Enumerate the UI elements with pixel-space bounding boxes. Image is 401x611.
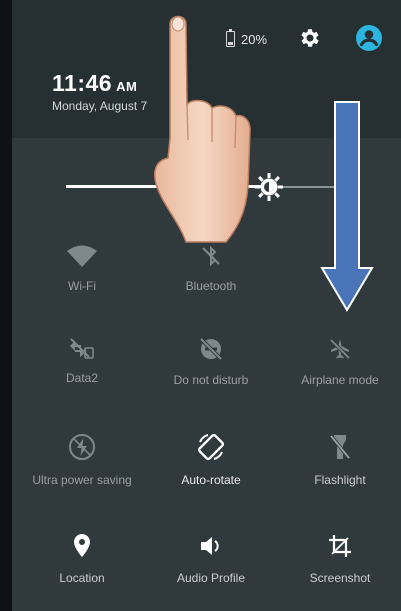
- wallpaper-edge: [0, 0, 12, 611]
- tile-label: Airplane mode: [301, 373, 379, 387]
- gear-icon[interactable]: [298, 26, 322, 50]
- tile-ultra-power-saving[interactable]: Ultra power saving: [17, 432, 147, 488]
- clock: 11:46 AM: [52, 70, 137, 97]
- tile-airplane-mode[interactable]: Airplane mode: [275, 336, 401, 388]
- tile-label: Do not disturb: [173, 373, 249, 387]
- speaker-icon: [201, 537, 219, 555]
- wifi-icon: [67, 245, 97, 267]
- tile-label: Data2: [65, 371, 99, 385]
- tile-screenshot[interactable]: Screenshot: [275, 532, 401, 586]
- pointing-hand-icon: [154, 15, 251, 243]
- airplane-icon: [329, 338, 351, 360]
- bluetooth-off-icon: [202, 245, 220, 267]
- tile-label: Auto-rotate: [181, 473, 241, 487]
- tile-label: Audio Profile: [176, 571, 246, 585]
- tile-label: Bluetooth: [185, 279, 237, 293]
- tile-location[interactable]: Location: [17, 532, 147, 586]
- swipe-down-arrow-icon: [320, 101, 374, 312]
- clock-time: 11:46: [52, 70, 113, 96]
- screenshot-crop-icon: [329, 535, 351, 557]
- power-saving-icon: [69, 434, 95, 460]
- tile-bluetooth[interactable]: Bluetooth: [146, 244, 276, 294]
- tile-label: Ultra power saving: [32, 473, 132, 487]
- tile-flashlight[interactable]: Flashlight: [275, 432, 401, 488]
- brightness-icon[interactable]: [254, 172, 284, 202]
- tile-do-not-disturb[interactable]: Do not disturb: [146, 336, 276, 388]
- auto-rotate-icon: [197, 433, 225, 461]
- tile-audio-profile[interactable]: Audio Profile: [146, 532, 276, 586]
- tile-wifi[interactable]: Wi-Fi: [17, 244, 147, 294]
- tile-label: Wi-Fi: [68, 279, 96, 293]
- tile-label: Location: [59, 571, 105, 585]
- tile-auto-rotate[interactable]: Auto-rotate: [146, 432, 276, 488]
- date-text: Monday, August 7: [52, 99, 148, 113]
- mobile-data-off-icon: [70, 338, 94, 359]
- clock-ampm: AM: [116, 79, 138, 94]
- account-circle-icon[interactable]: [355, 24, 383, 52]
- do-not-disturb-icon: [199, 337, 223, 361]
- tile-data2[interactable]: Data2: [17, 336, 147, 386]
- flashlight-off-icon: [329, 434, 351, 460]
- location-pin-icon: [74, 534, 90, 557]
- tile-label: Flashlight: [314, 473, 366, 487]
- tile-label: Screenshot: [309, 571, 371, 585]
